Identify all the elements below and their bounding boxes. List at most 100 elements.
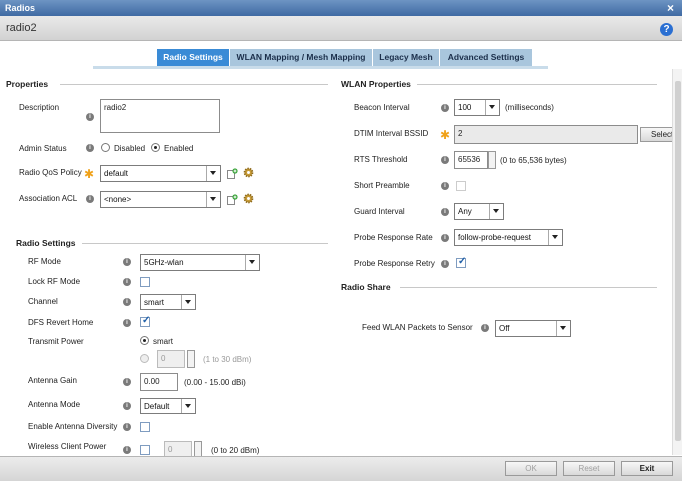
short-preamble-label: Short Preamble [354, 181, 410, 190]
feed-wlan-select[interactable]: Off [495, 320, 571, 337]
antenna-mode-select[interactable]: Default [140, 398, 196, 414]
dtim-interval-input[interactable]: 2 [454, 125, 638, 144]
qos-policy-select[interactable]: default [100, 165, 221, 182]
antenna-gain-label: Antenna Gain [28, 376, 77, 385]
vertical-scrollbar[interactable] [672, 69, 682, 455]
client-power-label: Wireless Client Power [28, 442, 107, 451]
tab-advanced-settings[interactable]: Advanced Settings [440, 49, 533, 66]
create-policy-icon[interactable] [227, 168, 238, 179]
channel-select[interactable]: smart [140, 294, 196, 310]
help-icon[interactable]: ? [660, 23, 673, 36]
transmit-power-input[interactable]: 0 [157, 350, 185, 368]
gear-icon[interactable] [243, 193, 254, 204]
close-icon[interactable]: × [667, 1, 674, 15]
info-icon: i [123, 378, 131, 386]
feed-wlan-value: Off [499, 324, 510, 333]
info-icon: i [441, 208, 449, 216]
transmit-power-smart-label: smart [153, 337, 173, 346]
qos-policy-label: Radio QoS Policy [19, 168, 82, 177]
antenna-gain-input[interactable]: 0.00 [140, 373, 178, 391]
admin-enabled-label: Enabled [164, 144, 194, 153]
info-icon: i [123, 258, 131, 266]
transmit-power-range: (1 to 30 dBm) [203, 355, 252, 364]
radio-settings-divider [82, 243, 328, 244]
dfs-revert-home-checkbox[interactable]: ✓ [140, 315, 150, 327]
channel-label: Channel [28, 297, 58, 306]
dtim-interval-label: DTIM Interval BSSID [354, 129, 429, 138]
radio-settings-heading: Radio Settings [16, 238, 76, 248]
required-star-icon: ✱ [84, 167, 95, 181]
info-icon: i [481, 324, 489, 332]
guard-interval-value: Any [458, 207, 472, 216]
create-acl-icon[interactable] [227, 194, 238, 205]
exit-button[interactable]: Exit [621, 461, 673, 476]
beacon-interval-select[interactable]: 100 [454, 99, 500, 116]
rts-threshold-stepper[interactable] [488, 151, 496, 169]
antenna-mode-value: Default [144, 402, 170, 411]
qos-policy-value: default [104, 169, 129, 178]
rf-mode-select[interactable]: 5GHz-wlan [140, 254, 260, 271]
radio-share-divider [400, 287, 657, 288]
select-button[interactable]: Select [640, 127, 674, 142]
probe-response-rate-value: follow-probe-request [458, 233, 531, 242]
info-icon: i [123, 423, 131, 431]
guard-interval-label: Guard Interval [354, 207, 405, 216]
tab-radio-settings[interactable]: Radio Settings [157, 49, 230, 66]
association-acl-value: <none> [104, 195, 132, 204]
admin-status-label: Admin Status [19, 144, 67, 153]
lock-rf-mode-label: Lock RF Mode [28, 277, 81, 286]
window-title: Radios [5, 3, 36, 13]
admin-disabled-radio[interactable] [101, 143, 110, 152]
footer-bar: OK Reset Exit [0, 456, 682, 481]
wlan-properties-heading: WLAN Properties [341, 79, 411, 89]
info-icon: i [441, 260, 449, 268]
info-icon: i [86, 195, 94, 203]
rf-mode-value: 5GHz-wlan [144, 258, 184, 267]
info-icon: i [441, 182, 449, 190]
rts-threshold-label: RTS Threshold [354, 155, 408, 164]
info-icon: i [123, 319, 131, 327]
tab-underline [93, 66, 548, 69]
guard-interval-select[interactable]: Any [454, 203, 504, 220]
sub-header: radio2 ? [0, 16, 682, 41]
tab-legacy-mesh[interactable]: Legacy Mesh [373, 49, 440, 66]
admin-enabled-radio[interactable] [151, 143, 160, 152]
transmit-power-manual-radio[interactable] [140, 354, 149, 363]
feed-wlan-label: Feed WLAN Packets to Sensor [362, 323, 473, 332]
description-label: Description [19, 103, 60, 112]
short-preamble-checkbox[interactable] [456, 181, 466, 191]
transmit-power-smart-radio[interactable] [140, 336, 149, 345]
association-acl-select[interactable]: <none> [100, 191, 221, 208]
info-icon: i [441, 156, 449, 164]
dfs-revert-home-label: DFS Revert Home [28, 318, 94, 327]
client-power-checkbox[interactable] [140, 445, 150, 455]
antenna-gain-range: (0.00 - 15.00 dBi) [184, 378, 246, 387]
lock-rf-mode-checkbox[interactable] [140, 277, 150, 287]
probe-response-rate-label: Probe Response Rate [354, 233, 433, 242]
info-icon: i [86, 113, 94, 121]
gear-icon[interactable] [243, 167, 254, 178]
radio-name: radio2 [6, 22, 37, 34]
probe-response-retry-label: Probe Response Retry [354, 259, 435, 268]
probe-response-retry-checkbox[interactable]: ✓ [456, 256, 466, 268]
info-icon: i [441, 104, 449, 112]
tab-wlan-mapping[interactable]: WLAN Mapping / Mesh Mapping [230, 49, 373, 66]
rts-threshold-input[interactable]: 65536 [454, 151, 488, 169]
rts-threshold-range: (0 to 65,536 bytes) [500, 156, 567, 165]
radio-share-heading: Radio Share [341, 282, 391, 292]
info-icon: i [123, 446, 131, 454]
antenna-diversity-label: Enable Antenna Diversity [28, 422, 118, 431]
reset-button[interactable]: Reset [563, 461, 615, 476]
scrollbar-thumb[interactable] [675, 81, 681, 441]
beacon-interval-value: 100 [458, 103, 472, 112]
transmit-power-label: Transmit Power [28, 337, 84, 346]
info-icon: i [123, 402, 131, 410]
probe-response-rate-select[interactable]: follow-probe-request [454, 229, 563, 246]
transmit-power-stepper[interactable] [187, 350, 195, 368]
window-title-bar: Radios × [0, 0, 682, 16]
ok-button[interactable]: OK [505, 461, 557, 476]
description-input[interactable]: radio2 [100, 99, 220, 133]
antenna-mode-label: Antenna Mode [28, 400, 81, 409]
antenna-diversity-checkbox[interactable] [140, 422, 150, 432]
required-star-icon: ✱ [440, 128, 451, 142]
